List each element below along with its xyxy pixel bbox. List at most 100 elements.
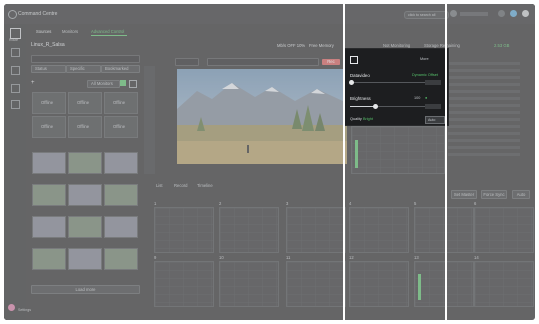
auto-button[interactable]: Auto <box>512 190 530 199</box>
tab-monitors[interactable]: Monitors <box>62 29 78 34</box>
tab-advanced-control[interactable]: Advanced Control <box>91 29 124 34</box>
thumbnail-image <box>69 185 101 205</box>
info-row <box>448 76 520 79</box>
monitor-thumbnail[interactable]: Offline <box>104 116 138 138</box>
avatar[interactable] <box>522 10 529 17</box>
metric-graph[interactable] <box>414 261 474 307</box>
graph-label: 14 <box>474 255 479 260</box>
monitor-thumbnail[interactable] <box>32 184 66 206</box>
info-row <box>448 118 520 121</box>
graph-label: 5 <box>414 201 417 206</box>
filter-specific[interactable]: Specific <box>66 65 101 73</box>
monitor-icon[interactable] <box>11 48 20 57</box>
load-more-button[interactable]: Load more <box>31 285 140 294</box>
force-sync-button[interactable]: Force Sync <box>481 190 507 199</box>
user-info <box>460 12 488 16</box>
metric-graph[interactable] <box>286 207 346 253</box>
monitor-thumbnail[interactable] <box>104 248 138 270</box>
graph-bar <box>418 274 421 300</box>
monitor-thumbnail[interactable] <box>32 216 66 238</box>
thumbnail-image <box>69 249 101 269</box>
monitor-thumbnail[interactable] <box>32 248 66 270</box>
settings-icon[interactable] <box>11 100 20 109</box>
tab-sources[interactable]: Sources <box>36 29 51 34</box>
info-row <box>448 97 520 100</box>
datavideo-slider-thumb[interactable] <box>349 80 354 85</box>
monitor-thumbnail[interactable] <box>104 184 138 206</box>
graph-label: 4 <box>349 201 352 206</box>
monitor-thumbnail[interactable] <box>104 216 138 238</box>
brightness-toggle[interactable] <box>425 104 441 109</box>
info-row <box>448 139 520 142</box>
info-row <box>448 146 520 149</box>
metric-graph[interactable] <box>474 261 534 307</box>
metric-graph[interactable] <box>349 261 409 307</box>
signal-graph <box>351 126 445 174</box>
brightness-slider-fill <box>350 106 375 108</box>
monitor-thumbnail[interactable]: Offline <box>104 92 138 114</box>
filter-status[interactable]: Status <box>31 65 66 73</box>
add-icon[interactable]: + <box>31 80 35 86</box>
monitor-thumbnail[interactable] <box>32 152 66 174</box>
quality-select[interactable]: Auto <box>425 116 445 124</box>
monitor-thumbnail[interactable] <box>104 152 138 174</box>
metric-graph[interactable] <box>154 207 214 253</box>
thumbnail-image <box>105 153 137 173</box>
help-icon[interactable] <box>510 10 517 17</box>
vertical-ruler <box>144 66 155 174</box>
monitor-thumbnail[interactable]: Offline <box>68 92 102 114</box>
metric-graph[interactable] <box>219 207 279 253</box>
monitor-thumbnail[interactable] <box>68 248 102 270</box>
monitor-thumbnail[interactable]: Offline <box>68 116 102 138</box>
record-button[interactable]: Rec <box>322 59 340 65</box>
monitor-thumbnail[interactable]: Offline <box>32 92 66 114</box>
tab-timeline[interactable]: Timeline <box>197 183 213 188</box>
notification-icon[interactable] <box>498 10 505 17</box>
layout-icon[interactable] <box>11 84 20 93</box>
grid-view-icon[interactable] <box>120 80 126 86</box>
metric-graph[interactable] <box>474 207 534 253</box>
tools-icon[interactable] <box>11 66 20 75</box>
thumbnail-image <box>33 153 65 173</box>
graph-label: 2 <box>219 201 222 206</box>
monitor-thumbnail[interactable] <box>68 152 102 174</box>
storage-value: 2.53 GB <box>494 43 510 48</box>
brightness-slider-thumb[interactable] <box>373 104 378 109</box>
external-link-icon[interactable] <box>350 56 358 64</box>
chat-icon[interactable] <box>8 304 15 311</box>
thumbnail-status: Offline <box>41 100 54 105</box>
filter-bookmarked[interactable]: Bookmarked <box>101 65 140 73</box>
datavideo-label: Datavideo <box>350 73 370 78</box>
free-memory-label: Free Memory <box>309 43 334 48</box>
all-monitors-button[interactable]: All Monitors <box>87 80 120 88</box>
metric-graph[interactable] <box>349 207 409 253</box>
app-title: Command Centre <box>18 11 58 17</box>
datavideo-mode[interactable]: Dynamic Offset <box>412 73 438 78</box>
video-preview[interactable] <box>177 69 347 164</box>
stream-url-field[interactable] <box>207 58 319 66</box>
metric-graph[interactable] <box>286 261 346 307</box>
info-row <box>448 125 520 128</box>
search-button[interactable]: click to search all <box>404 11 449 19</box>
monitor-thumbnail[interactable] <box>68 216 102 238</box>
footer-settings[interactable]: Settings <box>18 308 31 313</box>
popup-menu[interactable]: More <box>420 57 429 62</box>
monitor-thumbnail[interactable]: Offline <box>32 116 66 138</box>
monitor-thumbnail[interactable] <box>68 184 102 206</box>
list-view-icon[interactable] <box>129 80 137 88</box>
sidebar-item-route[interactable]: Route <box>9 38 18 42</box>
datavideo-slider-track[interactable] <box>350 82 428 84</box>
datavideo-toggle[interactable] <box>425 80 441 85</box>
tab-record[interactable]: Record <box>174 183 188 188</box>
viewer-input[interactable] <box>175 58 199 66</box>
device-search-input[interactable] <box>31 55 140 63</box>
tab-list[interactable]: List <box>156 183 163 188</box>
display-settings-popup: More Datavideo Dynamic Offset Brightness… <box>344 48 449 126</box>
graph-label: 6 <box>474 201 477 206</box>
status-icon[interactable] <box>450 10 457 17</box>
metric-graph[interactable] <box>219 261 279 307</box>
metric-graph[interactable] <box>414 207 474 253</box>
divider-line-right <box>445 4 447 320</box>
metric-graph[interactable] <box>154 261 214 307</box>
set-master-button[interactable]: Set Master <box>451 190 477 199</box>
